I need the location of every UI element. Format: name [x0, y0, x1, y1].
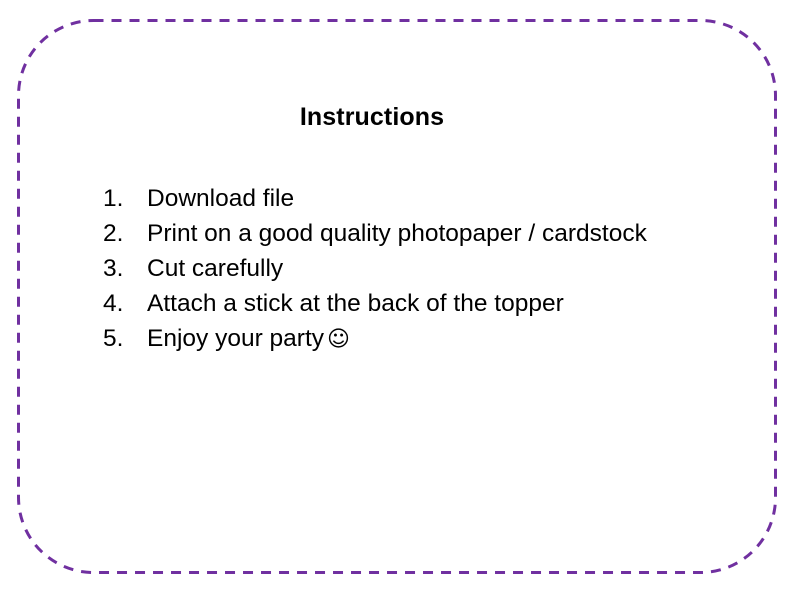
- list-item-number: 3.: [103, 255, 124, 282]
- list-item-label: Cut carefully: [147, 255, 284, 282]
- instructions-slide: Instructions 1. Download file 2. Print o…: [0, 0, 794, 596]
- page-title: Instructions: [299, 103, 445, 131]
- smiley-face-icon: ☺: [327, 327, 350, 352]
- list-item-number: 2.: [103, 220, 124, 247]
- list-item: 3. Cut carefully: [103, 251, 650, 286]
- instructions-steps-list: 1. Download file 2. Print on a good qual…: [103, 181, 650, 356]
- list-item-number: 1.: [103, 185, 124, 212]
- list-item-number: 5.: [103, 325, 124, 352]
- list-item: 5. Enjoy your party ☺: [103, 321, 650, 356]
- list-item: 1. Download file: [103, 181, 650, 216]
- list-item-label: Download file: [147, 185, 295, 212]
- list-item-label: Attach a stick at the back of the topper: [147, 290, 564, 317]
- list-item: 2. Print on a good quality photopaper / …: [103, 216, 650, 251]
- list-item-label: Enjoy your party: [147, 325, 325, 352]
- list-item-number: 4.: [103, 290, 124, 317]
- list-item-label: Print on a good quality photopaper / car…: [147, 220, 647, 247]
- list-item: 4. Attach a stick at the back of the top…: [103, 286, 650, 321]
- slide-content: Instructions 1. Download file 2. Print o…: [0, 0, 794, 596]
